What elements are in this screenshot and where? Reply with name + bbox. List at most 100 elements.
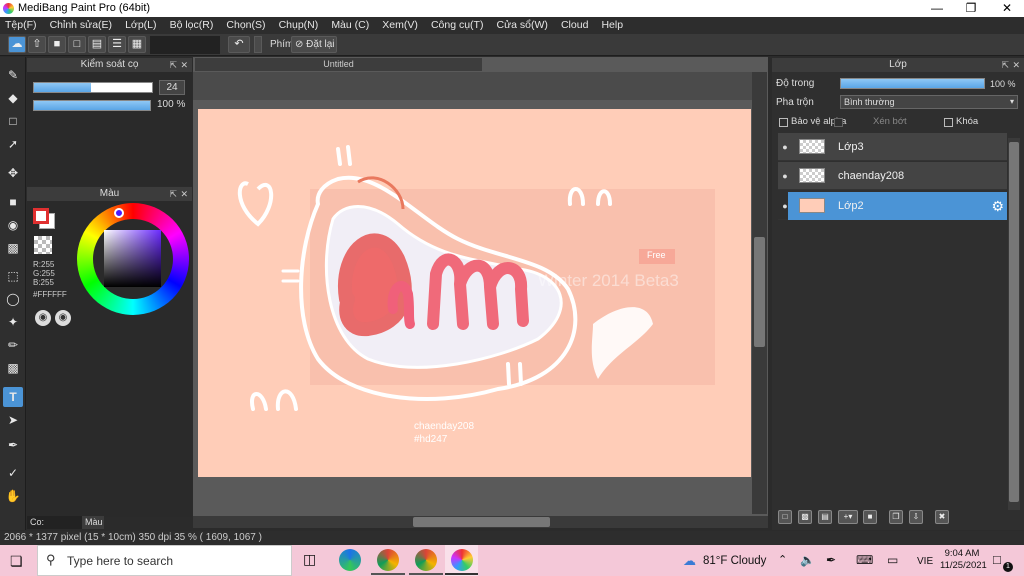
blend-mode-select[interactable]: Bình thường ▾: [840, 95, 1018, 109]
brush-size-slider[interactable]: [33, 82, 153, 93]
hue-picker-handle[interactable]: [114, 208, 124, 218]
menu-color[interactable]: Màu (C): [326, 17, 374, 34]
menu-select[interactable]: Chọn(S): [221, 17, 270, 34]
layer-row-selected[interactable]: ● Lớp2 ⚙: [778, 192, 1007, 220]
rectangle-tool-icon[interactable]: □: [3, 111, 23, 131]
cloud-icon[interactable]: ☁: [8, 36, 26, 53]
horizontal-scrollbar[interactable]: [193, 516, 768, 528]
keyboard-icon[interactable]: ⌨: [856, 553, 873, 567]
palette-icon[interactable]: ◉: [35, 310, 51, 326]
menu-edit[interactable]: Chỉnh sửa(E): [45, 17, 117, 34]
windows-start-icon[interactable]: ❏: [10, 553, 23, 570]
close-icon[interactable]: ✕: [1012, 58, 1020, 72]
document-canvas[interactable]: Free Winter 2014 Beta3 chaenday208 #hd24…: [198, 109, 751, 477]
menu-file[interactable]: Tệp(F): [0, 17, 42, 34]
brush-size-value[interactable]: 24: [159, 80, 185, 95]
select-pen-tool-icon[interactable]: ✏: [3, 335, 23, 355]
brush-tool-icon[interactable]: ✎: [3, 65, 23, 85]
close-icon[interactable]: ✕: [180, 187, 188, 201]
palette-add-icon[interactable]: ◉: [55, 310, 71, 326]
task-view-icon[interactable]: ◫: [303, 551, 316, 568]
layer-opacity-slider[interactable]: [840, 78, 985, 89]
line-tool-icon[interactable]: ➚: [3, 134, 23, 154]
close-icon[interactable]: ✕: [180, 58, 188, 72]
color-tab[interactable]: Màu: [82, 516, 104, 529]
text-tool-icon[interactable]: T: [3, 387, 23, 407]
undo-icon[interactable]: ↶: [228, 36, 250, 53]
menu-layer[interactable]: Lớp(L): [120, 17, 161, 34]
fill-shape-tool-icon[interactable]: ■: [3, 192, 23, 212]
toolbar-more[interactable]: [254, 36, 262, 53]
lasso-tool-icon[interactable]: ◯: [3, 289, 23, 309]
chat-icon[interactable]: □: [68, 36, 86, 53]
new-halftone-layer-icon[interactable]: ▩: [798, 510, 812, 524]
duplicate-layer-icon[interactable]: ❐: [889, 510, 903, 524]
foreground-color-swatch[interactable]: [33, 208, 49, 224]
vertical-scroll-thumb[interactable]: [754, 237, 765, 347]
lock-checkbox[interactable]: [944, 118, 953, 127]
popout-icon[interactable]: ⇱: [1001, 58, 1009, 72]
vertical-scrollbar[interactable]: [752, 72, 767, 514]
clock[interactable]: 9:04 AM 11/25/2021: [940, 548, 987, 572]
transparent-color-swatch[interactable]: [34, 236, 52, 254]
eyedropper-tool-icon[interactable]: ✒: [3, 435, 23, 455]
share-icon[interactable]: ⇧: [28, 36, 46, 53]
chrome-icon-2[interactable]: [415, 549, 437, 571]
saturation-value-square[interactable]: [104, 230, 161, 287]
magic-wand-tool-icon[interactable]: ✦: [3, 312, 23, 332]
menu-filter[interactable]: Bộ lọc(R): [165, 17, 219, 34]
layer-scroll-thumb[interactable]: [1009, 142, 1019, 502]
dropper-tool-icon[interactable]: ✓: [3, 463, 23, 483]
display-icon[interactable]: ▭: [887, 553, 898, 567]
pen-icon[interactable]: ✒: [826, 553, 836, 567]
visibility-icon[interactable]: ●: [778, 162, 792, 190]
brush-opacity-slider[interactable]: [33, 100, 151, 111]
edge-icon[interactable]: [339, 549, 361, 571]
layer-row[interactable]: ● Lớp3: [778, 133, 1007, 161]
menu-help[interactable]: Help: [596, 17, 628, 34]
visibility-icon[interactable]: ●: [778, 133, 792, 161]
volume-icon[interactable]: 🔈: [800, 553, 815, 567]
popout-icon[interactable]: ⇱: [169, 58, 177, 72]
chrome-icon[interactable]: [377, 549, 399, 571]
folder-icon[interactable]: ■: [863, 510, 877, 524]
select-eraser-tool-icon[interactable]: ▩: [3, 358, 23, 378]
menu-tools[interactable]: Công cụ(T): [426, 17, 489, 34]
horizontal-scroll-thumb[interactable]: [413, 517, 550, 527]
grid-icon[interactable]: ▦: [128, 36, 146, 53]
document-icon[interactable]: ▤: [88, 36, 106, 53]
menu-capture[interactable]: Chụp(N): [274, 17, 324, 34]
brush-tab[interactable]: Co: NONAME: [27, 516, 82, 540]
new-layer-icon[interactable]: □: [778, 510, 792, 524]
protect-alpha-checkbox[interactable]: [779, 118, 788, 127]
menu-window[interactable]: Cửa sổ(W): [492, 17, 553, 34]
chevron-up-icon[interactable]: ⌃: [778, 553, 787, 566]
layer-scrollbar[interactable]: [1008, 138, 1020, 510]
language-indicator[interactable]: VIE: [917, 556, 933, 567]
gear-icon[interactable]: ⚙: [991, 198, 1004, 215]
gradient-tool-icon[interactable]: ▩: [3, 238, 23, 258]
trash-icon[interactable]: ✖: [935, 510, 949, 524]
taskbar-search[interactable]: ⚲ Type here to search: [37, 545, 292, 576]
menu-cloud[interactable]: Cloud: [556, 17, 593, 34]
popout-icon[interactable]: ⇱: [169, 187, 177, 201]
new-8bit-layer-icon[interactable]: ▤: [818, 510, 832, 524]
move-tool-icon[interactable]: ✥: [3, 163, 23, 183]
operation-tool-icon[interactable]: ➤: [3, 410, 23, 430]
layer-row[interactable]: ● chaenday208: [778, 162, 1007, 190]
comment-icon[interactable]: ■: [48, 36, 66, 53]
select-rect-tool-icon[interactable]: ⬚: [3, 266, 23, 286]
maximize-button[interactable]: ❐: [954, 0, 988, 17]
minimize-button[interactable]: —: [920, 0, 954, 17]
weather-text[interactable]: 81°F Cloudy: [703, 555, 766, 567]
document-tab[interactable]: Untitled: [195, 58, 482, 71]
hand-tool-icon[interactable]: ✋: [3, 486, 23, 506]
reset-button[interactable]: ⊘ Đặt lại: [291, 36, 337, 53]
clipping-checkbox[interactable]: [834, 118, 843, 127]
eraser-tool-icon[interactable]: ◆: [3, 88, 23, 108]
menu-view[interactable]: Xem(V): [377, 17, 423, 34]
close-button[interactable]: ✕: [990, 0, 1024, 17]
list-icon[interactable]: ☰: [108, 36, 126, 53]
medibang-icon[interactable]: [451, 549, 473, 571]
notification-icon[interactable]: □: [993, 552, 1001, 567]
